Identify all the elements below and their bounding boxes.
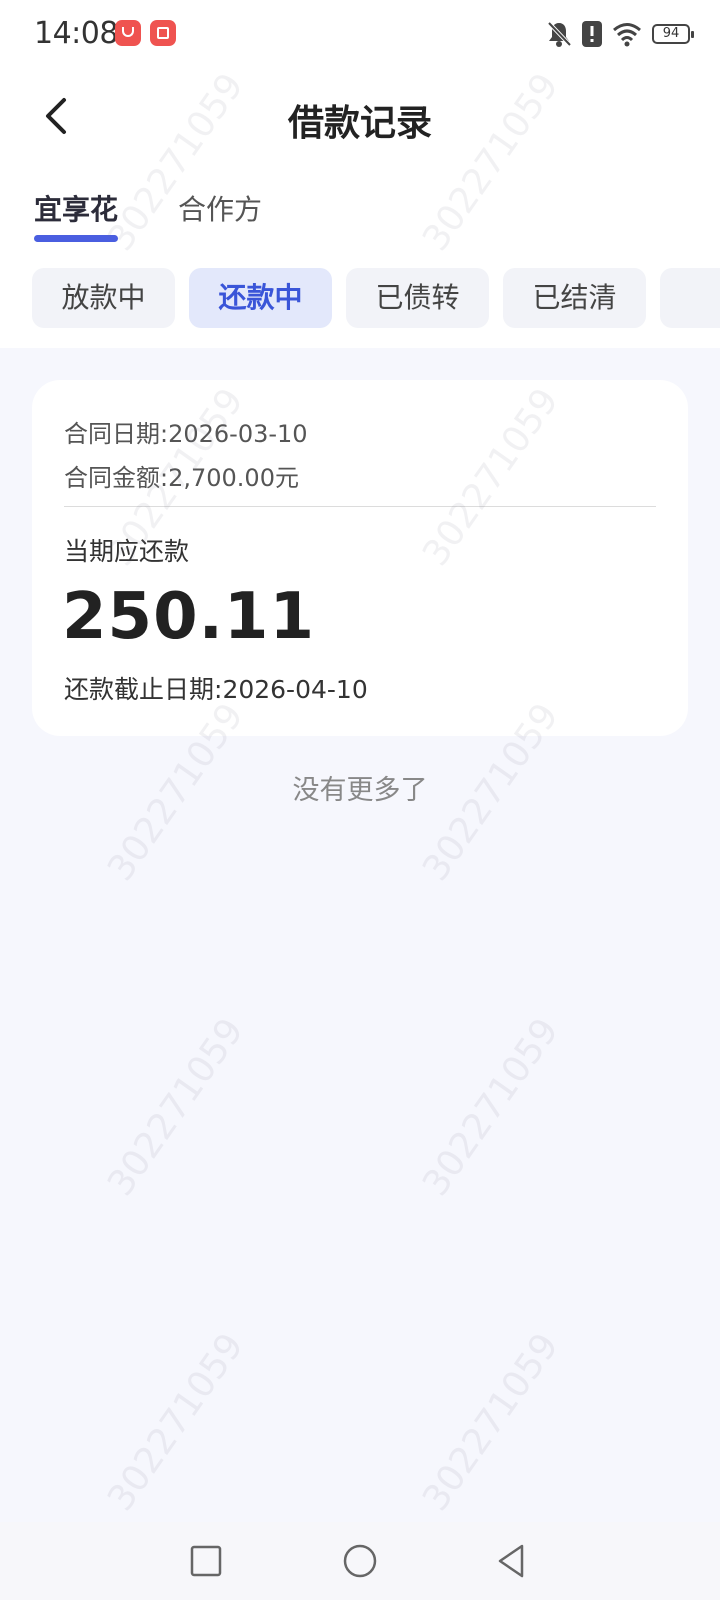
- contract-amount-value: 2,700.00元: [168, 464, 299, 492]
- no-more-text: 没有更多了: [292, 775, 428, 806]
- screen: 14:08 94 借款记录 宜享花 合作方 放款中 还款中 已债转 已结清 合同…: [0, 0, 720, 1600]
- loan-card[interactable]: 合同日期:2026-03-10 合同金额:2,700.00元 当期应还款 250…: [32, 380, 688, 736]
- header: 借款记录: [0, 68, 720, 168]
- contract-amount-label: 合同金额:: [64, 464, 169, 492]
- due-deadline-row: 还款截止日期:2026-04-10: [64, 670, 368, 706]
- battery-icon: 94: [652, 24, 694, 44]
- current-due-label: 当期应还款: [64, 537, 190, 566]
- tab-yixianghua[interactable]: 宜享花: [34, 188, 119, 242]
- filter-disbursing[interactable]: 放款中: [32, 268, 175, 328]
- app-red-bag-icon: [115, 20, 141, 46]
- loan-list: 合同日期:2026-03-10 合同金额:2,700.00元 当期应还款 250…: [0, 348, 720, 1522]
- due-deadline-label: 还款截止日期:: [64, 675, 223, 704]
- app-red-book-icon: [150, 20, 176, 46]
- filter-more[interactable]: [660, 268, 720, 328]
- contract-date-value: 2026-03-10: [168, 420, 308, 448]
- contract-amount-row: 合同金额:2,700.00元: [64, 458, 299, 493]
- filter-transferred[interactable]: 已债转: [346, 268, 489, 328]
- triangle-back-icon[interactable]: [487, 1536, 537, 1586]
- status-time: 14:08: [34, 16, 118, 51]
- tab-partner[interactable]: 合作方: [178, 188, 262, 228]
- contract-date-row: 合同日期:2026-03-10: [64, 414, 308, 449]
- status-bar: 14:08 94: [0, 0, 720, 68]
- wifi-icon: [613, 23, 641, 47]
- status-icons: 94: [546, 19, 694, 49]
- tab-label: 合作方: [178, 193, 263, 226]
- current-due-amount: 250.11: [62, 580, 315, 654]
- system-nav-bar: [0, 1522, 720, 1600]
- page-title: 借款记录: [287, 103, 432, 144]
- tab-label: 宜享花: [34, 193, 119, 226]
- contract-date-label: 合同日期:: [64, 420, 169, 448]
- tab-active-indicator: [34, 235, 119, 242]
- card-divider: [64, 506, 656, 507]
- square-recent-icon[interactable]: [181, 1536, 231, 1586]
- filter-repaying[interactable]: 还款中: [189, 268, 332, 328]
- due-deadline-value: 2026-04-10: [222, 675, 368, 704]
- tab-bar: 宜享花 合作方: [0, 168, 720, 248]
- filter-settled[interactable]: 已结清: [503, 268, 646, 328]
- circle-home-icon[interactable]: [335, 1536, 385, 1586]
- bell-off-icon: [547, 21, 572, 47]
- status-filter-bar: 放款中 还款中 已债转 已结清: [0, 248, 720, 348]
- alert-icon: [582, 21, 602, 47]
